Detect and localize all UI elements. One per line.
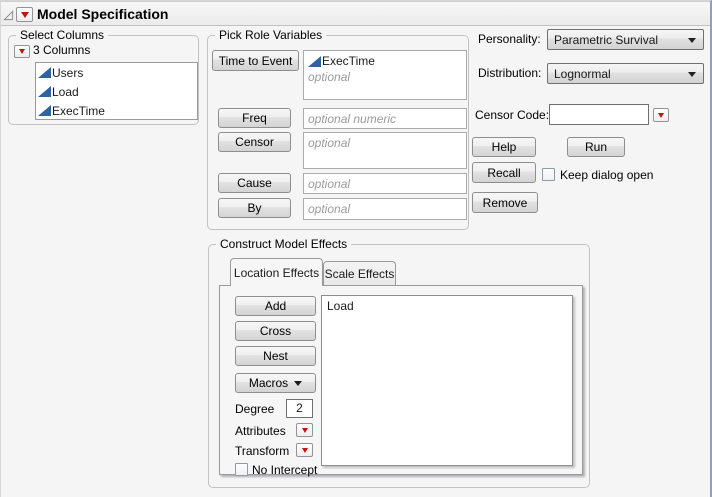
continuous-triangle-icon <box>308 55 321 67</box>
outline-title-band: Model Specification <box>1 1 710 26</box>
tab-location-effects[interactable]: Location Effects <box>230 258 323 286</box>
list-item[interactable]: Users <box>36 63 197 82</box>
cause-button[interactable]: Cause <box>218 173 291 193</box>
continuous-triangle-icon <box>38 67 51 78</box>
tab-label: Location Effects <box>233 265 320 280</box>
continuous-triangle-icon <box>38 105 51 116</box>
chevron-down-icon <box>294 380 303 386</box>
red-triangle-menu-button[interactable] <box>16 7 33 22</box>
by-field[interactable]: optional <box>303 198 467 220</box>
pick-role-variables-panel: Pick Role Variables Time to Event ExecTi… <box>207 28 469 230</box>
censor-code-red-triangle-button[interactable] <box>653 108 669 122</box>
recall-button[interactable]: Recall <box>472 162 536 183</box>
columns-list[interactable]: Users Load ExecTime <box>35 62 198 120</box>
select-columns-label: Select Columns <box>16 28 109 42</box>
list-item[interactable]: Load <box>36 82 197 101</box>
column-name: Load <box>52 84 79 99</box>
optional-placeholder: optional <box>308 136 351 150</box>
nest-button[interactable]: Nest <box>235 346 316 366</box>
list-item[interactable]: ExecTime <box>36 101 197 120</box>
select-columns-panel: Select Columns 3 Columns Users Load Exec… <box>8 28 199 125</box>
cause-field[interactable]: optional <box>303 173 467 194</box>
column-name: ExecTime <box>52 103 105 118</box>
tab-label: Scale Effects <box>324 266 395 281</box>
optional-placeholder: optional <box>308 70 351 84</box>
freq-button[interactable]: Freq <box>218 108 291 128</box>
red-triangle-icon <box>301 447 308 453</box>
effect-item[interactable]: Load <box>327 299 567 313</box>
personality-select[interactable]: Parametric Survival <box>547 29 704 50</box>
outline-disclosure-icon[interactable] <box>3 10 14 21</box>
tab-scale-effects[interactable]: Scale Effects <box>323 261 396 285</box>
distribution-value: Lognormal <box>554 66 611 81</box>
keep-dialog-open-label: Keep dialog open <box>560 168 654 182</box>
personality-value: Parametric Survival <box>554 32 659 47</box>
continuous-triangle-icon <box>38 86 51 97</box>
chevron-down-icon <box>688 38 696 43</box>
freq-field[interactable]: optional numeric <box>303 108 467 129</box>
distribution-select[interactable]: Lognormal <box>547 63 704 84</box>
effects-list[interactable]: Load <box>321 295 573 466</box>
model-specification-window: Model Specification Select Columns 3 Col… <box>0 0 712 497</box>
by-button[interactable]: By <box>218 198 291 218</box>
role-value: ExecTime <box>322 54 375 68</box>
distribution-label: Distribution: <box>478 66 542 80</box>
pick-role-variables-label: Pick Role Variables <box>215 28 327 42</box>
construct-model-effects-panel: Construct Model Effects Location Effects… <box>208 237 590 488</box>
time-to-event-button[interactable]: Time to Event <box>212 50 299 71</box>
remove-button[interactable]: Remove <box>472 192 538 213</box>
columns-group-red-triangle-button[interactable] <box>14 45 30 58</box>
transform-label: Transform <box>235 444 290 458</box>
run-button[interactable]: Run <box>567 137 625 157</box>
censor-button[interactable]: Censor <box>218 132 291 152</box>
page-title: Model Specification <box>37 6 169 22</box>
no-intercept-label: No Intercept <box>252 463 318 477</box>
column-name: Users <box>52 65 84 80</box>
personality-label: Personality: <box>478 32 541 46</box>
censor-code-input[interactable] <box>549 104 649 125</box>
time-to-event-field[interactable]: ExecTime optional <box>303 50 467 100</box>
chevron-down-icon <box>688 72 696 77</box>
optional-placeholder: optional <box>308 202 351 216</box>
censor-field[interactable]: optional <box>303 132 467 169</box>
no-intercept-checkbox[interactable] <box>235 463 248 476</box>
optional-placeholder: optional <box>308 177 351 191</box>
degree-label: Degree <box>235 402 275 416</box>
red-triangle-icon <box>301 427 308 433</box>
red-triangle-icon <box>658 112 664 118</box>
red-triangle-icon <box>20 11 29 18</box>
macros-button[interactable]: Macros <box>235 373 316 393</box>
optional-placeholder: optional numeric <box>308 112 397 126</box>
keep-dialog-open-checkbox[interactable] <box>542 168 555 181</box>
construct-model-effects-label: Construct Model Effects <box>216 237 352 251</box>
macros-label: Macros <box>248 376 289 390</box>
cross-button[interactable]: Cross <box>235 321 316 341</box>
degree-input[interactable]: 2 <box>286 399 313 418</box>
location-effects-tab-panel: Add Cross Nest Macros Degree 2 Attribute… <box>219 285 583 477</box>
attributes-label: Attributes <box>235 424 286 438</box>
red-triangle-icon <box>19 49 25 54</box>
help-button[interactable]: Help <box>472 137 536 157</box>
add-button[interactable]: Add <box>235 296 316 316</box>
transform-red-triangle-button[interactable] <box>296 443 313 457</box>
attributes-red-triangle-button[interactable] <box>296 423 313 437</box>
censor-code-label: Censor Code: <box>475 108 550 122</box>
role-value-item[interactable]: ExecTime <box>308 53 462 69</box>
columns-count-label: 3 Columns <box>33 43 91 57</box>
